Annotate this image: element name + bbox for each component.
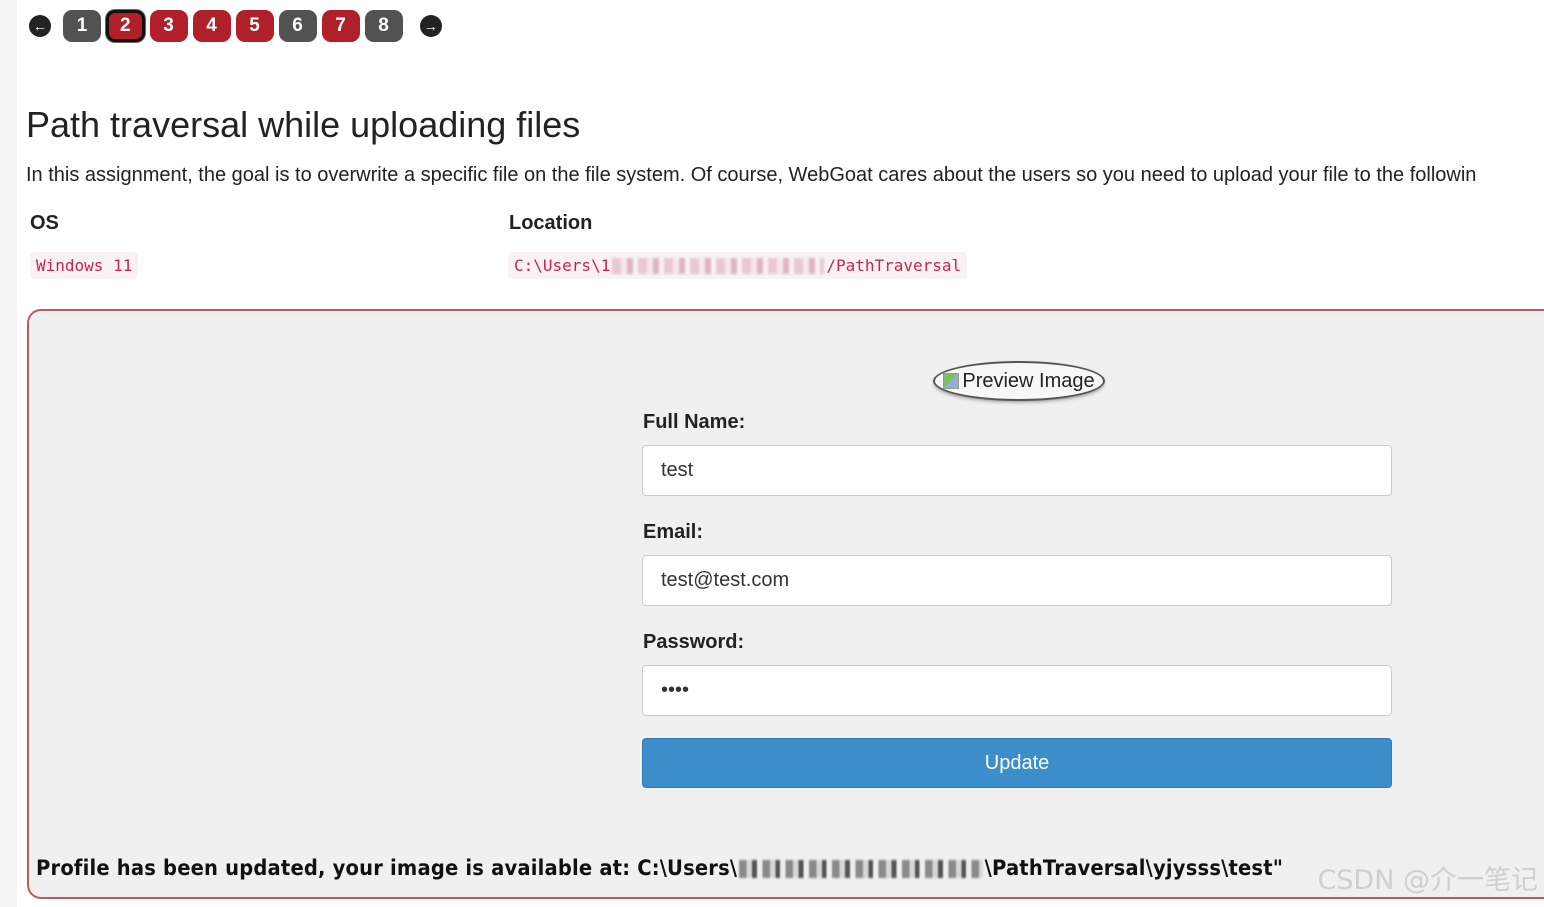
preview-alt-text: Preview Image xyxy=(962,369,1095,392)
feedback-prefix: Profile has been updated, your image is … xyxy=(36,856,738,880)
page-pill-3[interactable]: 3 xyxy=(149,10,188,42)
password-input[interactable] xyxy=(642,665,1392,716)
arrow-right-icon[interactable]: → xyxy=(419,15,442,37)
profile-form: Full Name: Email: Password: Update xyxy=(642,411,1392,788)
email-input[interactable] xyxy=(642,555,1392,606)
page-pill-8[interactable]: 8 xyxy=(364,10,403,42)
lesson-intro: In this assignment, the goal is to overw… xyxy=(26,164,1477,186)
page-pill-7[interactable]: 7 xyxy=(321,10,360,42)
watermark: CSDN @介一笔记 xyxy=(1317,865,1538,896)
broken-image-icon xyxy=(943,373,960,389)
page-pill-5[interactable]: 5 xyxy=(235,10,274,42)
arrow-left-icon[interactable]: ← xyxy=(29,15,51,37)
feedback-message: Profile has been updated, your image is … xyxy=(36,856,1283,880)
password-label: Password: xyxy=(643,631,745,653)
os-header: OS xyxy=(30,212,59,234)
lesson-page: ← 12345678 → Path traversal while upload… xyxy=(17,0,1544,907)
page-pill-1[interactable]: 1 xyxy=(63,10,101,42)
attack-panel: Preview Image Full Name: Email: Password… xyxy=(27,309,1544,899)
update-button[interactable]: Update xyxy=(642,738,1392,788)
page-pill-6[interactable]: 6 xyxy=(278,10,317,42)
page-pill-4[interactable]: 4 xyxy=(192,10,231,42)
location-header: Location xyxy=(509,212,593,234)
location-prefix: C:\Users\1 xyxy=(514,256,611,275)
location-suffix: /PathTraversal xyxy=(826,256,962,275)
preview-image: Preview Image xyxy=(935,363,1103,399)
feedback-suffix: \PathTraversal\yjysss\test" xyxy=(984,856,1284,880)
page-pill-list: 12345678 xyxy=(63,10,408,42)
os-value: Windows 11 xyxy=(30,252,139,279)
email-label: Email: xyxy=(643,521,704,543)
redacted-path xyxy=(612,257,825,274)
location-value: C:\Users\1/PathTraversal xyxy=(508,252,968,279)
page-title: Path traversal while uploading files xyxy=(26,104,581,145)
redacted-path xyxy=(739,860,983,878)
full-name-label: Full Name: xyxy=(643,411,746,433)
lesson-pagination: ← 12345678 → xyxy=(29,10,442,42)
page-pill-2[interactable]: 2 xyxy=(106,10,145,42)
full-name-input[interactable] xyxy=(642,445,1392,496)
